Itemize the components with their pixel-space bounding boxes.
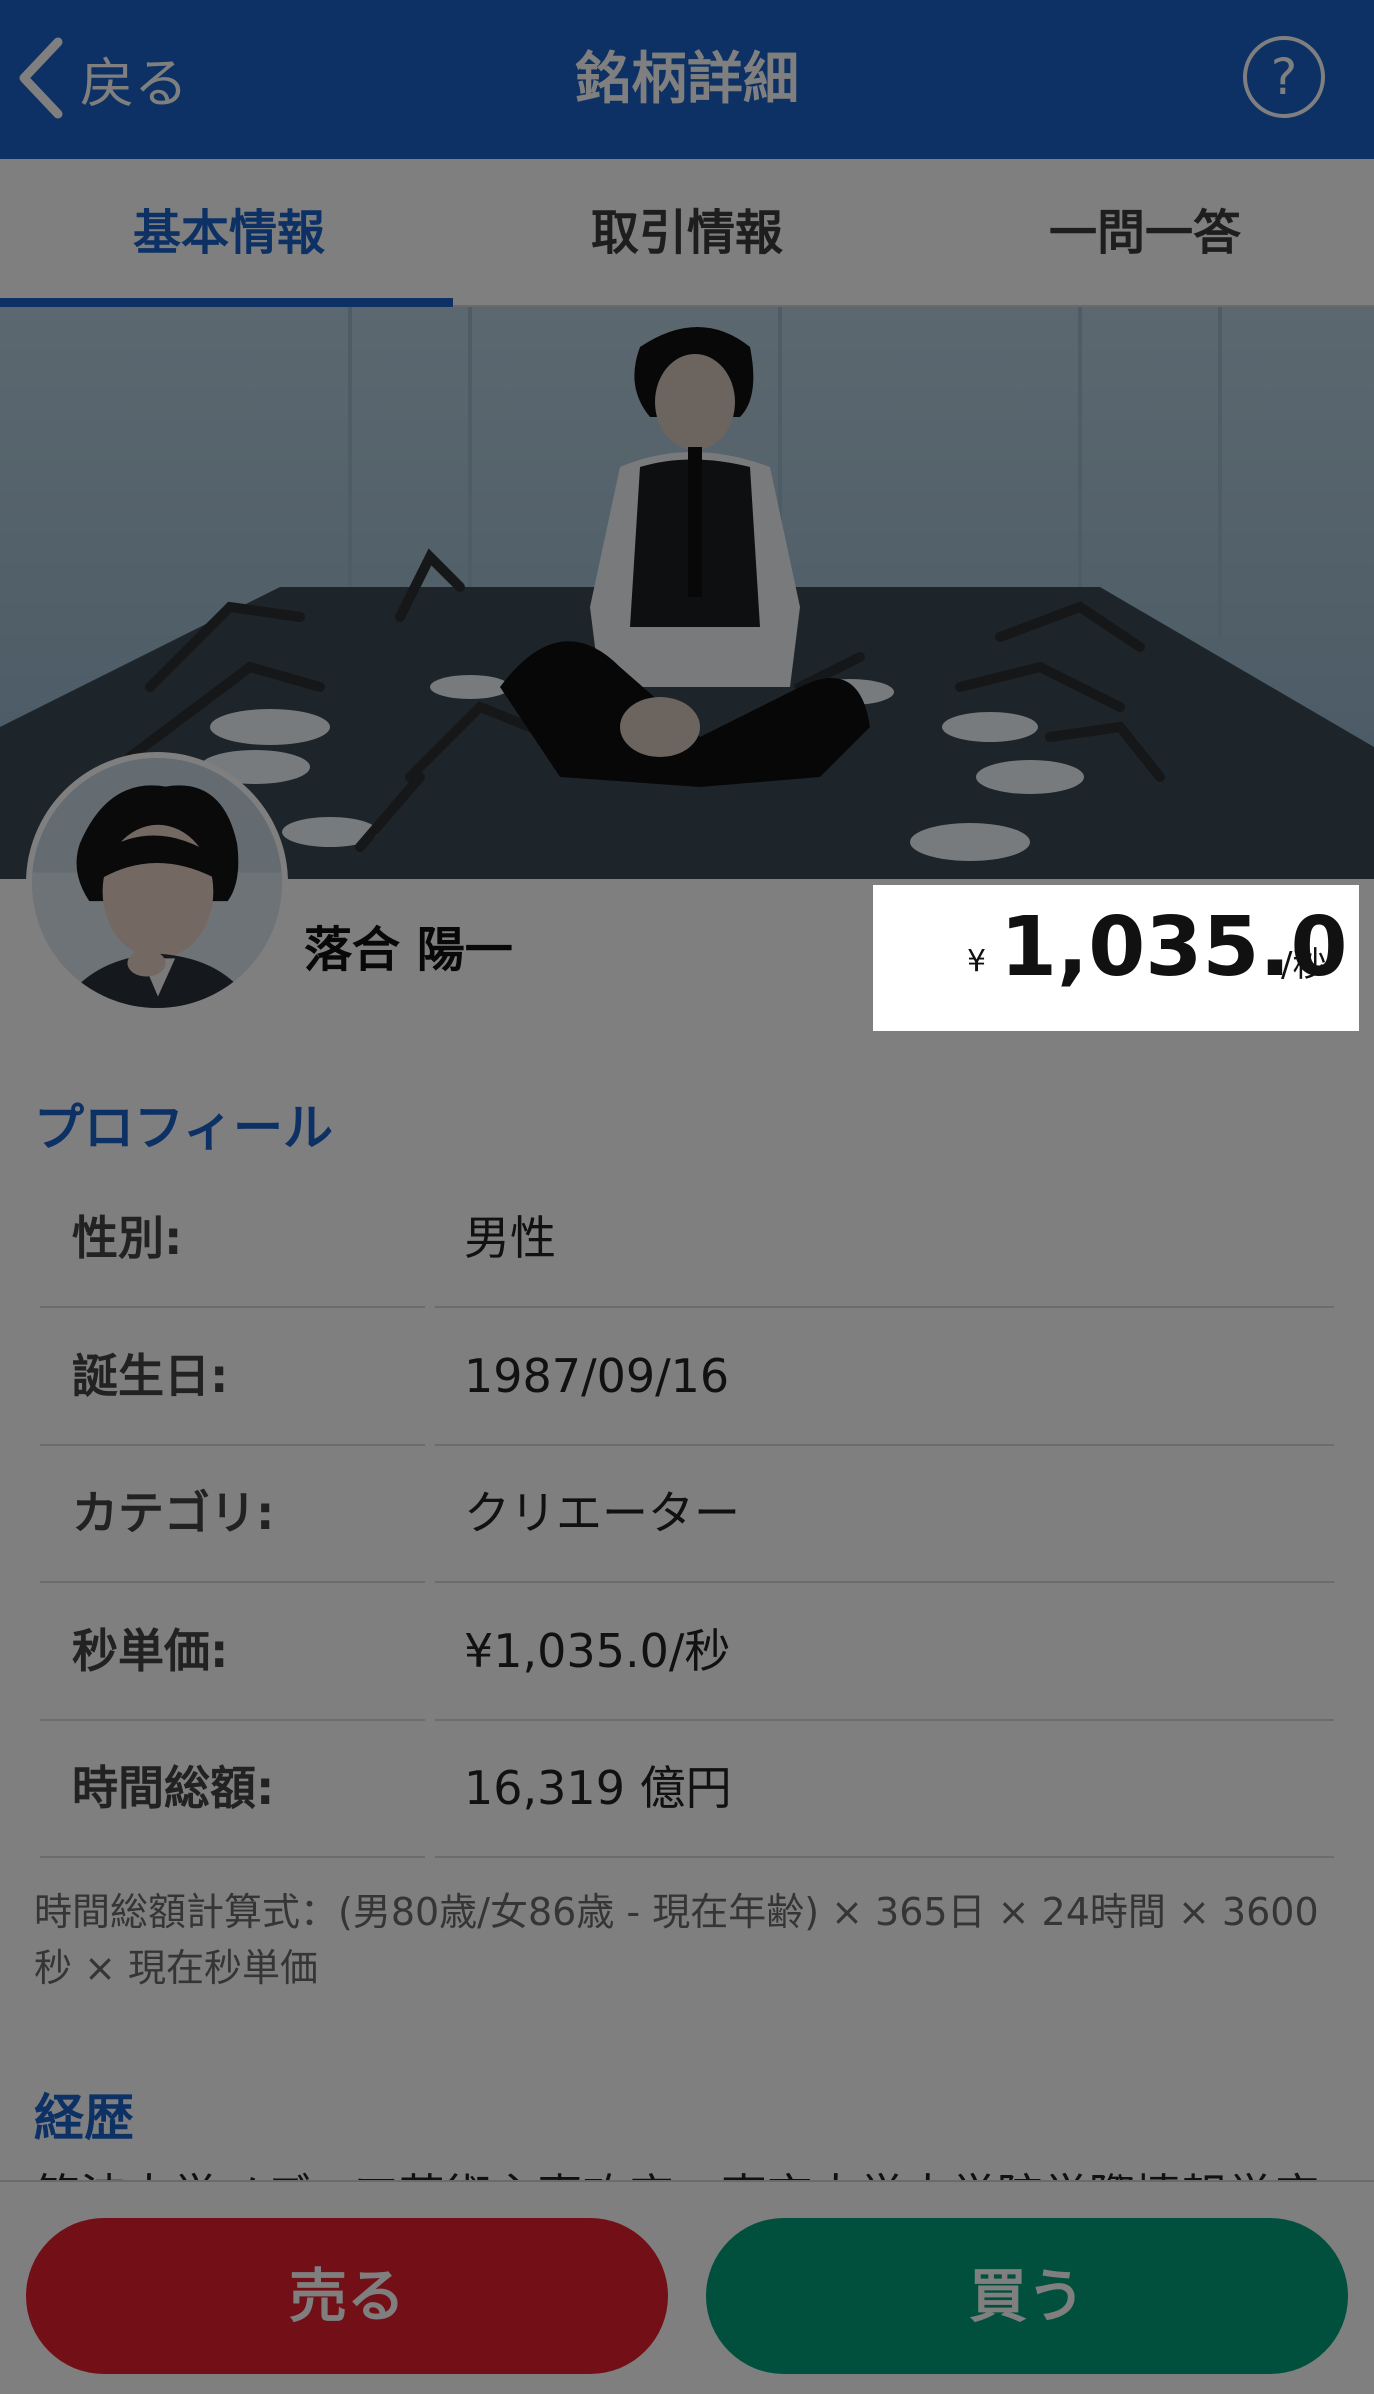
row-value: 1987/09/16 [464, 1349, 730, 1403]
tab-qa[interactable]: 一問一答 [916, 159, 1374, 307]
divider [40, 1856, 425, 1858]
sell-button[interactable]: 売る [26, 2218, 668, 2374]
profile-row-category: カテゴリ: クリエーター [40, 1445, 1334, 1583]
tab-bar: 基本情報 取引情報 一問一答 [0, 159, 1374, 307]
buy-button[interactable]: 買う [706, 2218, 1348, 2374]
career-section-title: 経歴 [34, 2089, 134, 2147]
row-value: 男性 [464, 1211, 556, 1265]
row-label: 秒単価: [72, 1624, 229, 1678]
row-value: クリエーター [464, 1486, 740, 1540]
row-label: 性別: [72, 1211, 183, 1265]
profile-row-gender: 性別: 男性 [40, 1170, 1334, 1308]
row-value: ¥1,035.0/秒 [464, 1624, 731, 1678]
tab-trade-info[interactable]: 取引情報 [458, 159, 916, 307]
total-value-formula: 時間総額計算式：(男80歳/女86歳 - 現在年齢) × 365日 × 24時間… [34, 1890, 1319, 1990]
page-title: 銘柄詳細 [575, 47, 799, 112]
price-unit: /秒 [1281, 945, 1327, 985]
active-tab-indicator [0, 298, 453, 307]
person-name: 落合 陽一 [304, 922, 513, 978]
row-value: 16,319 億円 [464, 1761, 732, 1815]
row-label: 誕生日: [72, 1349, 229, 1403]
tab-basic-info[interactable]: 基本情報 [0, 159, 458, 307]
back-label: 戻る [80, 51, 188, 115]
profile-row-total-value: 時間総額: 16,319 億円 [40, 1720, 1334, 1858]
back-button[interactable]: 戻る [14, 28, 224, 128]
profile-section-title: プロフィール [34, 1099, 333, 1157]
profile-row-birthday: 誕生日: 1987/09/16 [40, 1308, 1334, 1446]
chevron-left-icon [19, 37, 63, 119]
divider [435, 1856, 1334, 1858]
row-label: カテゴリ: [72, 1486, 275, 1540]
question-circle-icon[interactable]: ? [1243, 36, 1325, 118]
row-label: 時間総額: [72, 1761, 275, 1815]
price-currency: ¥ [967, 944, 987, 979]
profile-row-unit-price: 秒単価: ¥1,035.0/秒 [40, 1583, 1334, 1721]
avatar [26, 752, 288, 1014]
